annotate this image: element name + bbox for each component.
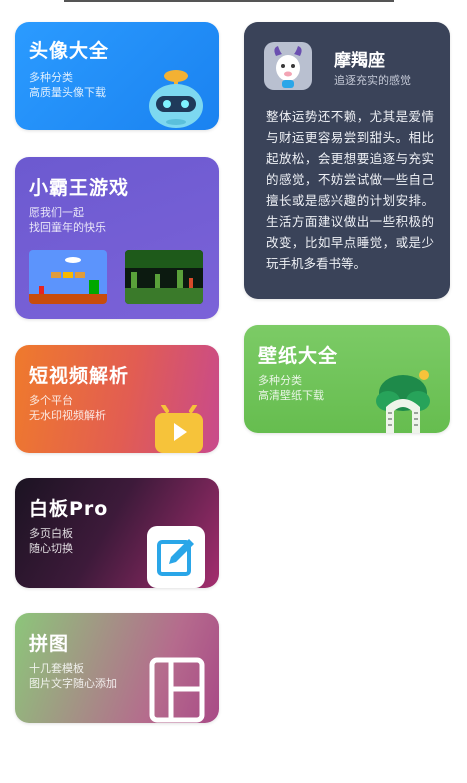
card-subtitle-line1: 十几套模板	[29, 662, 84, 675]
retro-game-card[interactable]: 小霸王游戏 愿我们一起 找回童年的快乐	[15, 157, 219, 319]
tree-gate-icon	[376, 370, 430, 433]
card-title: 白板Pro	[29, 498, 109, 520]
card-subtitle: 多种分类 高质量头像下载	[29, 70, 106, 100]
card-subtitle-line2: 随心切换	[29, 542, 73, 555]
collage-card[interactable]: 拼图 十几套模板 图片文字随心添加	[15, 613, 219, 723]
horoscope-text: 整体运势还不赖，尤其是爱情与财运更容易尝到甜头。相比起放松，会更想要追逐与充实的…	[266, 109, 434, 271]
card-title: 壁纸大全	[258, 345, 339, 367]
card-subtitle-line2: 找回童年的快乐	[29, 221, 106, 234]
capricorn-goat-icon	[264, 42, 312, 90]
card-subtitle-line2: 高清壁纸下载	[258, 389, 324, 402]
card-title: 小霸王游戏	[29, 177, 130, 199]
top-divider	[64, 0, 394, 2]
card-title: 短视频解析	[29, 365, 130, 387]
mario-game-icon	[29, 250, 107, 304]
video-parser-card[interactable]: 短视频解析 多个平台 无水印视频解析	[15, 345, 219, 453]
card-subtitle-line2: 图片文字随心添加	[29, 677, 117, 690]
zodiac-tagline: 追逐充实的感觉	[334, 74, 411, 87]
card-subtitle: 多个平台 无水印视频解析	[29, 393, 106, 423]
contra-game-icon	[125, 250, 203, 304]
wallpaper-card[interactable]: 壁纸大全 多种分类 高清壁纸下载	[244, 325, 450, 433]
horoscope-card[interactable]: 摩羯座 追逐充实的感觉 整体运势还不赖，尤其是爱情与财运更容易尝到甜头。相比起放…	[244, 22, 450, 299]
card-title: 拼图	[29, 633, 70, 655]
card-subtitle-line2: 高质量头像下载	[29, 86, 106, 99]
avatar-collection-card[interactable]: 头像大全 多种分类 高质量头像下载	[15, 22, 219, 130]
card-subtitle-line1: 多页白板	[29, 527, 73, 540]
card-subtitle-line1: 多种分类	[29, 71, 73, 84]
card-subtitle: 十几套模板 图片文字随心添加	[29, 661, 117, 691]
card-subtitle-line1: 愿我们一起	[29, 206, 84, 219]
layout-grid-icon	[149, 657, 205, 723]
card-subtitle: 多页白板 随心切换	[29, 526, 73, 556]
play-icon	[155, 405, 203, 453]
pen-edit-icon	[147, 526, 205, 588]
card-subtitle-line1: 多个平台	[29, 394, 73, 407]
card-subtitle: 多种分类 高清壁纸下载	[258, 373, 324, 403]
card-subtitle: 愿我们一起 找回童年的快乐	[29, 205, 106, 235]
card-title: 头像大全	[29, 40, 110, 62]
robot-icon	[149, 70, 203, 128]
card-subtitle-line2: 无水印视频解析	[29, 409, 106, 422]
zodiac-sign: 摩羯座	[334, 51, 385, 71]
whiteboard-card[interactable]: 白板Pro 多页白板 随心切换	[15, 478, 219, 588]
card-subtitle-line1: 多种分类	[258, 374, 302, 387]
